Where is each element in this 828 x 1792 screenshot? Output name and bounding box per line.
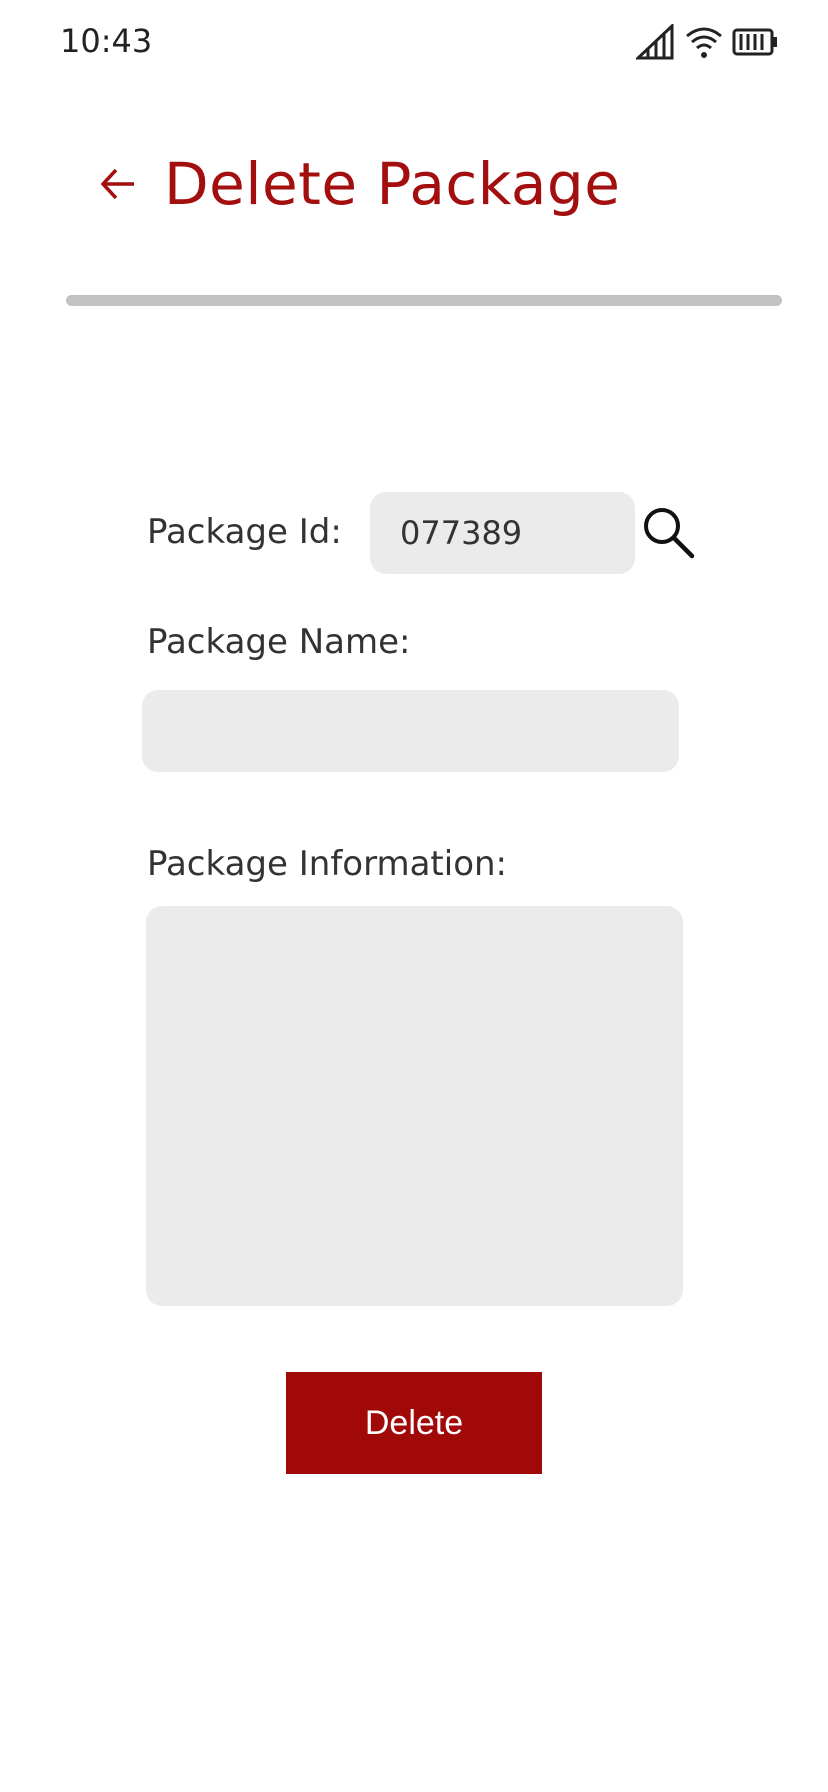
delete-button[interactable]: Delete <box>286 1372 542 1474</box>
search-icon[interactable] <box>640 504 696 560</box>
page-title: Delete Package <box>164 150 621 218</box>
page-header: Delete Package <box>96 150 620 218</box>
status-icons <box>636 24 778 60</box>
package-info-label: Package Information: <box>147 844 508 884</box>
package-id-label: Package Id: <box>147 512 342 552</box>
signal-icon <box>636 24 674 60</box>
package-name-input[interactable] <box>142 690 679 772</box>
package-name-label: Package Name: <box>147 622 411 662</box>
package-id-input[interactable] <box>370 492 635 574</box>
package-info-textarea[interactable] <box>146 906 683 1306</box>
header-divider <box>66 295 782 306</box>
battery-icon <box>732 28 777 56</box>
wifi-icon <box>686 27 722 58</box>
arrow-left-icon[interactable] <box>96 162 140 206</box>
status-time: 10:43 <box>60 22 153 60</box>
